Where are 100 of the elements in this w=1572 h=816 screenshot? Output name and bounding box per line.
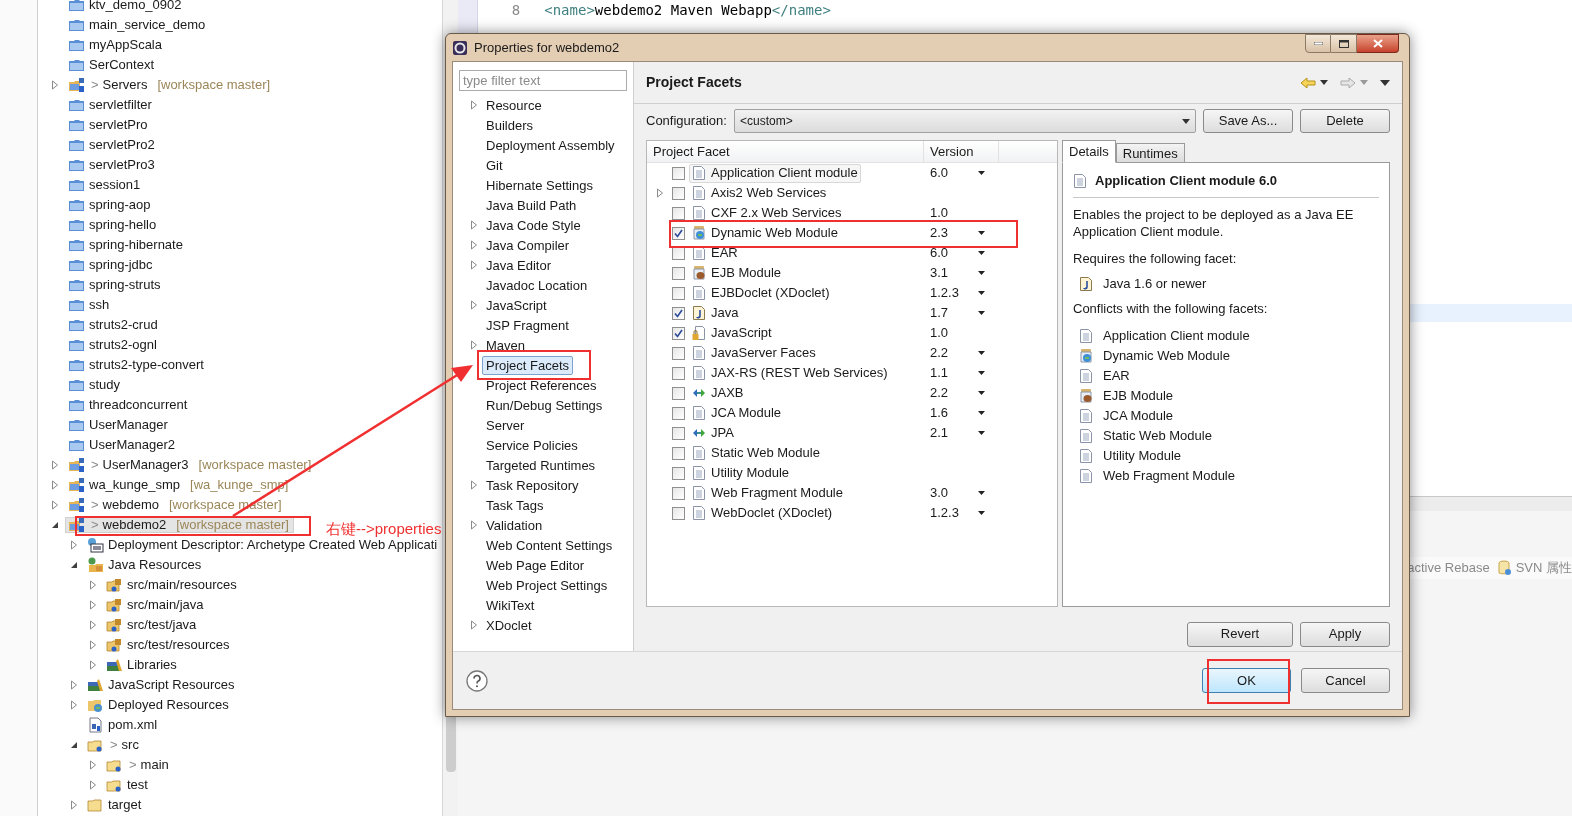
filter-field[interactable]: type filter text — [459, 70, 627, 91]
configuration-select[interactable]: <custom> — [733, 109, 1196, 133]
checkbox[interactable] — [672, 446, 685, 460]
nav-item[interactable]: Java Code Style — [482, 215, 585, 235]
dialog-button[interactable]: Save As... — [1203, 109, 1293, 133]
checkbox[interactable] — [672, 406, 685, 420]
tree-item[interactable]: struts2-type-convert — [65, 357, 209, 373]
cylinder-icon[interactable] — [1497, 560, 1512, 576]
facet-name[interactable]: EJBDoclet (XDoclet) — [689, 283, 833, 303]
tree-item[interactable]: spring-aop — [65, 197, 156, 213]
nav-item[interactable]: Java Compiler — [482, 235, 574, 255]
tree-item[interactable]: ktv_demo_0902 — [65, 0, 187, 13]
checkbox[interactable] — [672, 286, 685, 300]
nav-item[interactable]: Web Content Settings — [482, 535, 617, 555]
nav-item[interactable]: Hibernate Settings — [482, 175, 597, 195]
nav-item[interactable]: JSP Fragment — [482, 315, 573, 335]
toolbar-item[interactable]: SVN 属性 — [1515, 558, 1572, 578]
tree-item[interactable]: spring-hibernate — [65, 237, 188, 253]
checkbox[interactable] — [672, 506, 685, 520]
tab[interactable]: Runtimes — [1115, 143, 1185, 163]
tree-item[interactable]: ssh — [65, 297, 115, 313]
tree-item[interactable]: src/main/resources — [103, 577, 242, 593]
checkbox[interactable] — [672, 466, 685, 480]
tree-item[interactable]: JavaScript Resources — [84, 677, 240, 693]
facet-name[interactable]: Static Web Module — [689, 443, 823, 463]
facet-name[interactable]: Dynamic Web Module — [689, 223, 841, 243]
checkbox[interactable] — [672, 386, 685, 400]
facet-name[interactable]: JAX-RS (REST Web Services) — [689, 363, 891, 383]
nav-item[interactable]: JavaScript — [482, 295, 551, 315]
nav-item[interactable]: Builders — [482, 115, 537, 135]
facet-name[interactable]: Web Fragment Module — [689, 483, 846, 503]
nav-item[interactable]: WikiText — [482, 595, 539, 615]
tree-item[interactable]: > Servers [workspace master] — [65, 77, 276, 93]
menu-caret-icon[interactable] — [1380, 79, 1390, 86]
checkbox[interactable] — [672, 266, 685, 280]
nav-item[interactable]: Project References — [482, 375, 601, 395]
facet-name[interactable]: WebDoclet (XDoclet) — [689, 503, 836, 523]
dropdown-caret-icon[interactable] — [978, 291, 985, 295]
dialog-button[interactable]: Apply — [1300, 621, 1390, 647]
close-button[interactable] — [1357, 34, 1399, 53]
tree-item[interactable]: session1 — [65, 177, 146, 193]
facet-name[interactable]: Utility Module — [689, 463, 793, 483]
facet-name[interactable]: EAR — [689, 243, 741, 263]
tree-item[interactable]: struts2-crud — [65, 317, 163, 333]
nav-item[interactable]: Resource — [482, 95, 546, 115]
facet-name[interactable]: EJB Module — [689, 263, 785, 283]
tree-item[interactable]: Deployed Resources — [84, 697, 234, 713]
nav-item[interactable]: Project Facets — [482, 355, 574, 375]
tree-item[interactable]: servletPro3 — [65, 157, 160, 173]
facet-name[interactable]: CXF 2.x Web Services — [689, 203, 845, 223]
column-header[interactable]: Version — [924, 141, 999, 162]
tree-item[interactable]: > UserManager3 [workspace master] — [65, 457, 317, 473]
checkbox[interactable] — [672, 426, 685, 440]
nav-item[interactable]: Service Policies — [482, 435, 582, 455]
tree-item[interactable]: Libraries — [103, 657, 182, 673]
tree-item[interactable]: servletfilter — [65, 97, 157, 113]
dropdown-caret-icon[interactable] — [978, 251, 985, 255]
checkbox[interactable] — [672, 186, 685, 200]
tree-item[interactable]: test — [103, 777, 153, 793]
facet-name[interactable]: Axis2 Web Services — [689, 183, 830, 203]
tab[interactable]: Details — [1062, 140, 1116, 163]
checkbox[interactable] — [672, 486, 685, 500]
tree-item[interactable]: UserManager2 — [65, 437, 180, 453]
nav-item[interactable]: Task Repository — [482, 475, 583, 495]
facet-name[interactable]: JAXB — [689, 383, 747, 403]
dropdown-caret-icon[interactable] — [978, 371, 985, 375]
nav-item[interactable]: Javadoc Location — [482, 275, 592, 295]
tree-item[interactable]: src/test/java — [103, 617, 202, 633]
tree-item[interactable]: UserManager — [65, 417, 173, 433]
tree-item[interactable]: spring-struts — [65, 277, 166, 293]
nav-item[interactable]: XDoclet — [482, 615, 536, 635]
tree-item[interactable]: struts2-ognl — [65, 337, 162, 353]
tree-item[interactable]: target — [84, 797, 147, 813]
checkbox[interactable] — [672, 206, 685, 220]
facet-name[interactable]: JPA — [689, 423, 737, 443]
nav-item[interactable]: Run/Debug Settings — [482, 395, 607, 415]
tree-item[interactable]: SerContext — [65, 57, 160, 73]
nav-item[interactable]: Web Project Settings — [482, 575, 612, 595]
dropdown-caret-icon[interactable] — [978, 411, 985, 415]
tree-item[interactable]: src/test/resources — [103, 637, 235, 653]
nav-item[interactable]: Java Build Path — [482, 195, 581, 215]
facet-name[interactable]: Application Client module — [689, 163, 861, 183]
facet-name[interactable]: JavaServer Faces — [689, 343, 819, 363]
dropdown-caret-icon[interactable] — [978, 351, 985, 355]
checkbox[interactable] — [672, 346, 685, 360]
forward-arrow-icon[interactable] — [1340, 76, 1356, 89]
nav-item[interactable]: Task Tags — [482, 495, 548, 515]
dropdown-caret-icon[interactable] — [978, 171, 985, 175]
facet-name[interactable]: Java — [689, 303, 742, 323]
facet-name[interactable]: JavaScript — [689, 323, 775, 343]
tree-item[interactable]: myAppScala — [65, 37, 167, 53]
ok-button[interactable]: OK — [1202, 668, 1291, 693]
checkbox[interactable] — [672, 226, 685, 240]
tree-item[interactable]: main_service_demo — [65, 17, 211, 33]
dropdown-caret-icon[interactable] — [978, 271, 985, 275]
tree-item[interactable]: > src — [84, 737, 144, 753]
tree-item[interactable]: pom.xml — [84, 717, 163, 733]
nav-item[interactable]: Maven — [482, 335, 530, 355]
dialog-button[interactable]: Delete — [1300, 109, 1390, 133]
tree-item[interactable]: Java Resources — [84, 557, 207, 573]
